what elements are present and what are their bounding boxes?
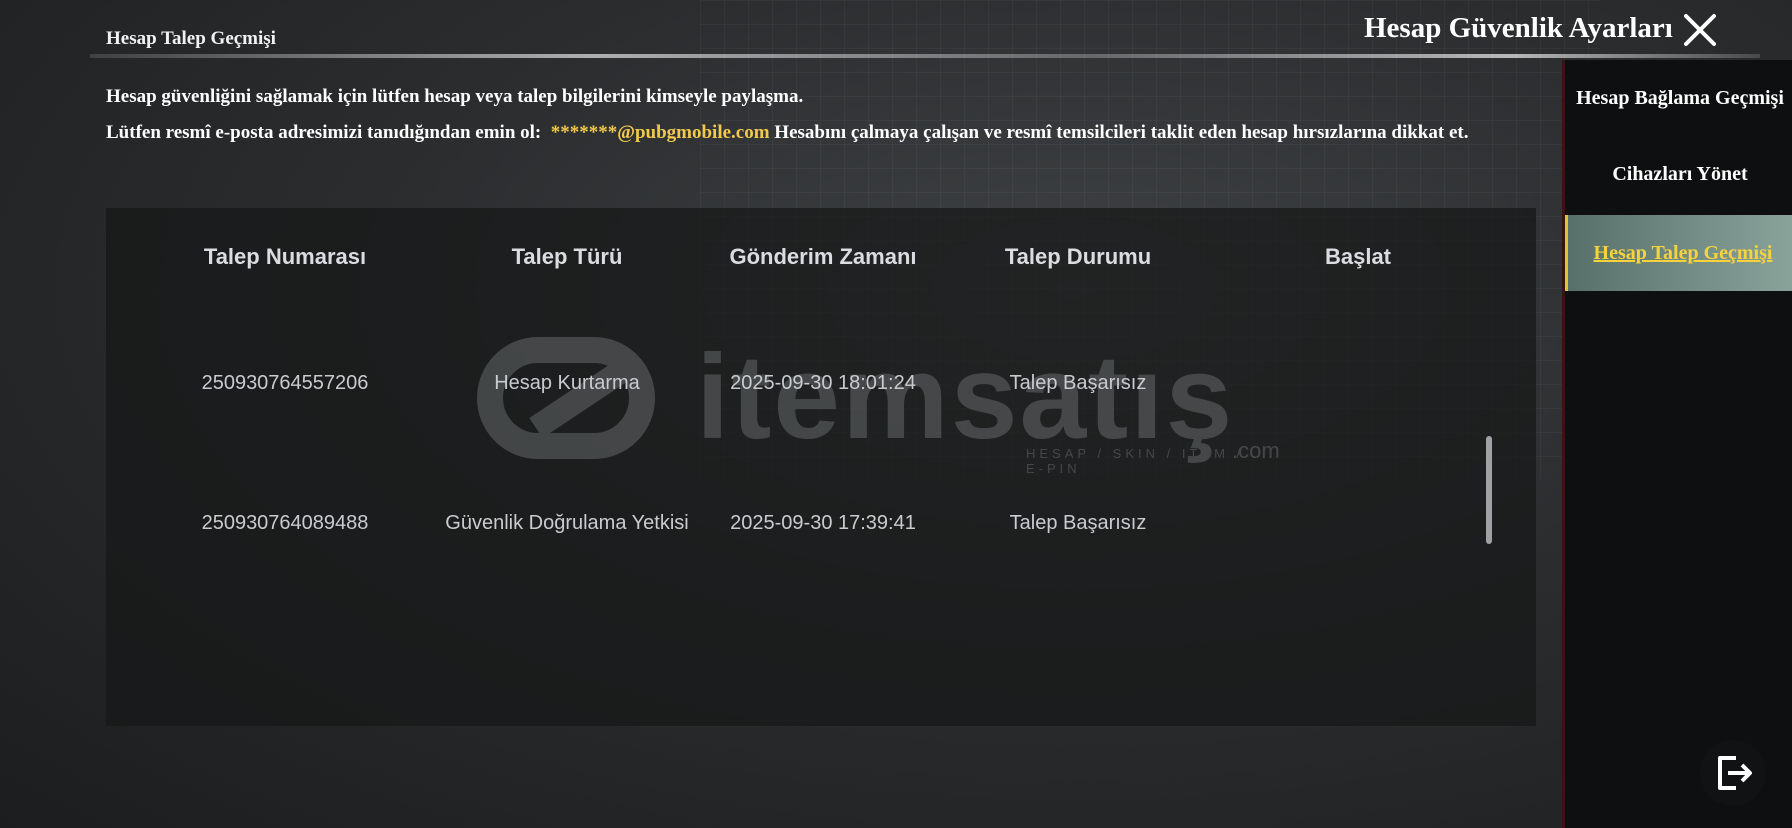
window-title: Hesap Güvenlik Ayarları [1364, 12, 1673, 44]
table-scrollbar[interactable] [1486, 436, 1492, 544]
request-type: Güvenlik Doğrulama Yetkisi [445, 512, 689, 534]
column-header-type: Talep Türü [511, 244, 623, 269]
request-time: 2025-09-30 18:01:24 [730, 372, 916, 394]
official-email: *******@pubgmobile.com [550, 122, 770, 143]
watermark-link-icon [477, 337, 655, 459]
request-number: 250930764557206 [201, 372, 369, 394]
page-title: Hesap Talep Geçmişi [106, 28, 276, 49]
notice-line-1: Hesap güvenliğini sağlamak için lütfen h… [106, 86, 804, 107]
column-header-number: Talep Numarası [203, 244, 367, 269]
notice-line-2-suffix: Hesabını çalmaya çalışan ve resmî temsil… [774, 122, 1469, 143]
request-type: Hesap Kurtarma [494, 372, 640, 394]
security-notice: Hesap güvenliğini sağlamak için lütfen h… [106, 80, 1526, 150]
notice-line-2: Lütfen resmî e-posta adresimizi tanıdığı… [106, 116, 1526, 150]
settings-sidebar: Hesap Bağlama Geçmişi Cihazları Yönet He… [1562, 60, 1792, 828]
notice-line-2-prefix: Lütfen resmî e-posta adresimizi tanıdığı… [106, 122, 542, 143]
request-history-table: itemsatış HESAP / SKIN / ITEM / E-PIN .c… [106, 208, 1536, 726]
sidebar-item-manage-devices[interactable]: Cihazları Yönet [1565, 136, 1792, 212]
watermark-brand: itemsatış [696, 330, 1235, 464]
column-header-start: Başlat [1324, 244, 1392, 269]
request-status: Talep Başarısız [1009, 372, 1147, 394]
exit-button[interactable] [1700, 740, 1766, 806]
request-number: 250930764089488 [201, 512, 369, 534]
column-header-time: Gönderim Zamanı [729, 244, 917, 269]
request-status: Talep Başarısız [1009, 512, 1147, 534]
watermark-tagline: HESAP / SKIN / ITEM / E-PIN [1026, 446, 1245, 476]
close-button[interactable] [1680, 10, 1720, 50]
header-divider [90, 54, 1760, 58]
watermark-logo: itemsatış HESAP / SKIN / ITEM / E-PIN .c… [466, 330, 1280, 476]
watermark-suffix: .com [1232, 438, 1280, 463]
exit-icon [1718, 756, 1752, 790]
request-time: 2025-09-30 17:39:41 [730, 512, 916, 534]
sidebar-item-request-history[interactable]: Hesap Talep Geçmişi [1565, 215, 1792, 291]
column-header-status: Talep Durumu [1004, 244, 1152, 269]
sidebar-item-binding-history[interactable]: Hesap Bağlama Geçmişi [1565, 60, 1792, 136]
close-icon [1684, 14, 1716, 46]
